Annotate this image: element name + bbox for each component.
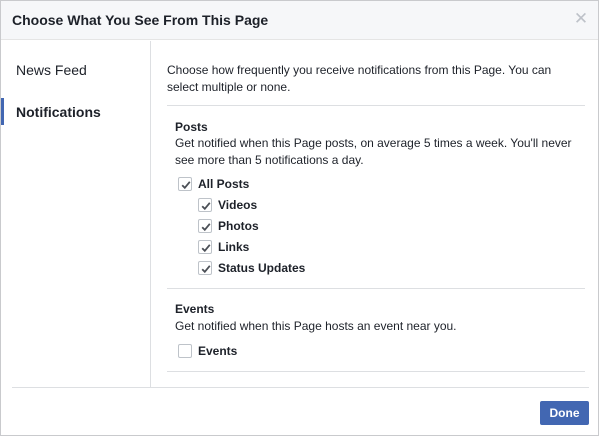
dialog: Choose What You See From This Page ✕ New…: [0, 0, 599, 436]
intro-text: Choose how frequently you receive notifi…: [167, 63, 552, 94]
checkbox-box: [198, 219, 212, 233]
sidebar: News Feed Notifications: [1, 41, 151, 387]
check-icon: [181, 181, 191, 190]
sidebar-item-label: Notifications: [16, 104, 101, 120]
close-icon[interactable]: ✕: [573, 10, 589, 27]
checkbox-box: [178, 177, 192, 191]
checkbox-label: Status Updates: [218, 261, 306, 275]
check-icon: [201, 202, 211, 211]
checkbox-label: All Posts: [198, 177, 250, 191]
divider: [167, 371, 585, 372]
divider: [167, 105, 585, 106]
checkbox-box: [198, 261, 212, 275]
check-icon: [201, 223, 211, 232]
events-section-description: Get notified when this Page hosts an eve…: [175, 319, 457, 333]
checkbox-box: [178, 344, 192, 358]
sidebar-item-label: News Feed: [16, 62, 87, 78]
divider: [167, 288, 585, 289]
sidebar-item-notifications[interactable]: Notifications: [1, 98, 150, 126]
check-icon: [201, 244, 211, 253]
footer-divider: [12, 387, 589, 388]
checkbox-label: Photos: [218, 219, 259, 233]
sidebar-item-news-feed[interactable]: News Feed: [1, 56, 150, 84]
checkbox-box: [198, 198, 212, 212]
checkbox-label: Videos: [218, 198, 258, 212]
dialog-header: Choose What You See From This Page ✕: [1, 1, 598, 40]
check-icon: [201, 265, 211, 274]
checkbox-label: Links: [218, 240, 250, 254]
main-content: Choose how frequently you receive notifi…: [167, 41, 585, 387]
events-section-title: Events: [175, 302, 215, 316]
posts-section-title: Posts: [175, 120, 208, 134]
done-button[interactable]: Done: [540, 401, 589, 425]
posts-section-description: Get notified when this Page posts, on av…: [175, 136, 572, 167]
checkbox-label: Events: [198, 344, 238, 358]
dialog-title: Choose What You See From This Page: [12, 12, 269, 28]
checkbox-box: [198, 240, 212, 254]
